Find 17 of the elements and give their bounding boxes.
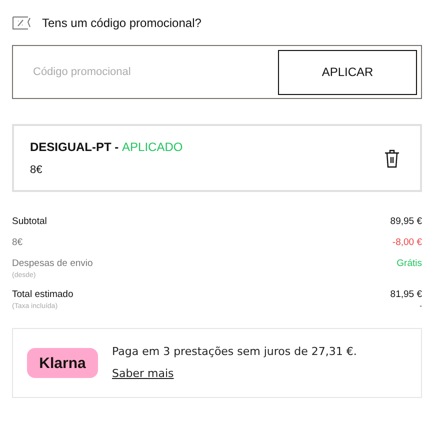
summary-value: 81,95 €	[390, 289, 422, 300]
summary-label: Total estimado	[12, 289, 74, 300]
summary-label: 8€	[12, 237, 23, 248]
promo-question: Tens um código promocional?	[42, 16, 202, 30]
summary-value: Grátis	[396, 258, 422, 269]
summary-value: 89,95 €	[390, 216, 422, 227]
promo-code-field[interactable]: Código promocional APLICAR	[12, 45, 422, 99]
summary-label: Subtotal	[12, 216, 47, 227]
coupon-amount: 8€	[30, 164, 44, 176]
apply-button[interactable]: APLICAR	[278, 50, 417, 94]
coupon-code: DESIGUAL-PT - APLICADO	[30, 140, 183, 154]
summary-value: -8,00 €	[392, 237, 422, 248]
summary-label: Despesas de envio	[12, 258, 93, 269]
learn-more-link[interactable]: Saber mais	[112, 367, 174, 380]
trash-icon[interactable]	[384, 148, 400, 168]
installment-text: Paga em 3 prestações sem juros de 27,31 €.	[112, 345, 357, 358]
klarna-logo: Klarna	[27, 348, 98, 378]
